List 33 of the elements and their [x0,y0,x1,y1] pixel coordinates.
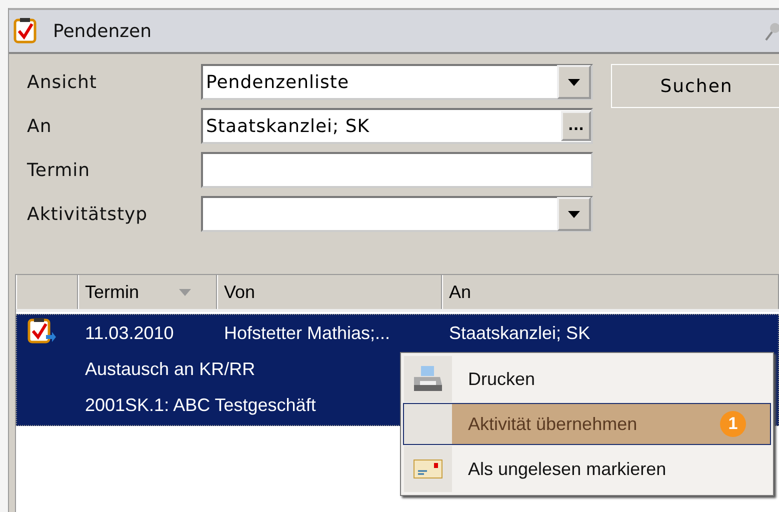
field-label: Aktivitätstyp [27,204,149,224]
sort-icon [179,288,192,296]
panel-title: Pendenzen [53,20,153,42]
table-cell-text: 2001SK.1: ABC Testgeschäft [84,394,316,416]
menu-item[interactable]: Als ungelesen markieren [403,445,771,493]
input-field[interactable] [201,152,593,188]
input-field[interactable]: Staatskanzlei; SK ... [201,108,593,144]
caret-icon [568,78,580,86]
dropdown-button[interactable] [557,65,591,99]
clipboard-icon [27,318,57,344]
menu-item[interactable]: Drucken [403,355,771,403]
table-cell-text: Austausch an KR/RR [84,358,256,380]
printer-icon [412,365,444,393]
caret-icon [568,210,580,218]
menu-item[interactable]: Aktivität übernehmen 1 [403,403,771,445]
column-header[interactable]: Von [217,275,442,309]
column-header[interactable]: Termin [78,275,217,309]
field-label: Ansicht [27,72,98,92]
field-label: An [27,116,53,136]
table-cell-text: Hofstetter Mathias;... [223,322,390,344]
browse-button[interactable]: ... [561,111,591,141]
table-cell-text: Staatskanzlei; SK [448,322,590,344]
column-header[interactable]: An [442,275,779,309]
pin-icon [765,21,779,41]
table-cell-text: 11.03.2010 [84,322,174,344]
dropdown-field[interactable]: Pendenzenliste [201,64,593,100]
dropdown-field[interactable] [201,196,593,232]
envelope-icon [413,459,443,479]
search-button[interactable]: Suchen [611,64,779,108]
field-label: Termin [27,160,92,180]
dropdown-button[interactable] [557,197,591,231]
step-badge: 1 [720,411,746,437]
clipboard-icon [13,18,39,44]
